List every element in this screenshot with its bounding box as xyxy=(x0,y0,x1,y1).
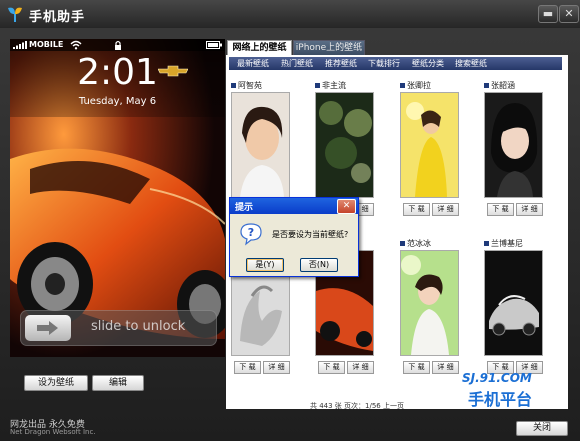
bowtie-logo-icon xyxy=(158,65,188,77)
detail-button[interactable]: 详 细 xyxy=(347,361,374,374)
dialog-close-button[interactable]: ✕ xyxy=(337,199,356,214)
card-title: 阿智苑 xyxy=(231,81,292,91)
question-icon: ? xyxy=(240,223,262,246)
wallpaper-thumbnail[interactable] xyxy=(231,92,290,198)
bullet-icon xyxy=(484,241,489,246)
app-window: 手机助手 ▬ ✕ MOBILE 2:01 Tuesday, May 6 slid… xyxy=(0,0,580,441)
wallpaper-thumbnail[interactable]: 641 335 xyxy=(400,250,459,356)
yes-button[interactable]: 是(Y) xyxy=(246,258,284,272)
category-search[interactable]: 搜索壁纸 xyxy=(455,57,487,70)
category-recommended[interactable]: 推荐壁纸 xyxy=(325,57,357,70)
close-window-button[interactable]: ✕ xyxy=(559,5,579,23)
set-wallpaper-button[interactable]: 设为壁纸 xyxy=(24,375,88,391)
unlock-slider[interactable]: slide to unlock xyxy=(20,310,217,346)
edit-button[interactable]: 编辑 xyxy=(92,375,144,391)
minimize-button[interactable]: ▬ xyxy=(538,5,558,23)
category-bar: 最新壁纸 热门壁纸 推荐壁纸 下载排行 壁纸分类 搜索壁纸 xyxy=(229,57,562,70)
download-button[interactable]: 下 载 xyxy=(403,361,430,374)
download-button[interactable]: 下 载 xyxy=(403,203,430,216)
dialog-title-bar: 提示 ✕ xyxy=(230,198,358,214)
wifi-icon xyxy=(70,40,82,50)
card-title-text: 张韶涵 xyxy=(491,81,515,90)
title-bar: 手机助手 ▬ ✕ xyxy=(0,0,580,28)
phone-preview: MOBILE 2:01 Tuesday, May 6 slide to unlo… xyxy=(10,39,225,357)
tab-online-wallpapers[interactable]: 网络上的壁纸 xyxy=(227,40,292,55)
carrier-name: MOBILE xyxy=(29,40,64,49)
lock-icon xyxy=(115,40,121,50)
arrow-right-icon xyxy=(37,321,58,335)
sports-car-image xyxy=(485,251,542,355)
battery-icon xyxy=(206,41,222,49)
slide-to-unlock-text: slide to unlock xyxy=(91,319,186,334)
card-title-text: 范冰冰 xyxy=(407,239,431,248)
app-title: 手机助手 xyxy=(29,10,86,25)
portrait-green-image xyxy=(401,251,458,355)
no-button[interactable]: 否(N) xyxy=(300,258,338,272)
bullet-icon xyxy=(400,241,405,246)
category-download-rank[interactable]: 下载排行 xyxy=(368,57,400,70)
download-button[interactable]: 下 载 xyxy=(234,361,261,374)
status-bar: MOBILE xyxy=(10,39,225,51)
category-hot[interactable]: 热门壁纸 xyxy=(281,57,313,70)
wallpaper-thumbnail[interactable]: 533 256 xyxy=(484,250,543,356)
card-title-text: 阿智苑 xyxy=(238,81,262,90)
card-title-text: 兰博基尼 xyxy=(491,239,523,248)
wallpaper-thumbnail[interactable]: 419 xyxy=(315,92,374,198)
detail-button[interactable]: 详 细 xyxy=(432,361,459,374)
detail-button[interactable]: 详 细 xyxy=(263,361,290,374)
detail-button[interactable]: 详 细 xyxy=(516,203,543,216)
bullet-icon xyxy=(484,83,489,88)
app-logo-icon xyxy=(8,7,22,22)
confirm-dialog: 提示 ✕ ? 是否要设为当前壁纸? 是(Y) 否(N) xyxy=(229,197,359,277)
tab-bar: 网络上的壁纸 iPhone上的壁纸 xyxy=(226,39,568,56)
category-classify[interactable]: 壁纸分类 xyxy=(412,57,444,70)
watermark-text: 手机平台 xyxy=(468,390,533,409)
bullet-icon xyxy=(231,83,236,88)
dark-leaves-image xyxy=(316,93,373,197)
lock-date: Tuesday, May 6 xyxy=(78,96,157,107)
portrait-bw-image xyxy=(485,93,542,197)
site-watermark: SJ.91.COM 手机平台 xyxy=(462,371,562,411)
slider-knob[interactable] xyxy=(25,315,71,341)
pager[interactable]: 共 443 张 页次：1/56 上一页 xyxy=(310,401,440,409)
bullet-icon xyxy=(400,83,405,88)
close-button[interactable]: 关闭 xyxy=(516,421,568,436)
dialog-title: 提示 xyxy=(235,203,254,213)
yellow-dress-image xyxy=(401,93,458,197)
lock-clock: 2:01 xyxy=(77,52,158,93)
card-title: 非主流 xyxy=(315,81,376,91)
bullet-icon xyxy=(315,83,320,88)
signal-bars-icon xyxy=(13,41,27,49)
footer-company: Net Dragon Websoft Inc. xyxy=(10,428,96,436)
watermark-domain: SJ.91.COM xyxy=(462,371,532,385)
card-title-text: 非主流 xyxy=(322,81,346,90)
download-button[interactable]: 下 载 xyxy=(318,361,345,374)
detail-button[interactable]: 详 细 xyxy=(432,203,459,216)
download-button[interactable]: 下 载 xyxy=(487,203,514,216)
card-title: 兰博基尼 xyxy=(484,239,545,249)
card-title: 张卿拉 xyxy=(400,81,461,91)
category-latest[interactable]: 最新壁纸 xyxy=(237,57,269,70)
wallpaper-thumbnail[interactable]: 493 296 xyxy=(484,92,543,198)
card-title: 张韶涵 xyxy=(484,81,545,91)
tab-iphone-wallpapers[interactable]: iPhone上的壁纸 xyxy=(293,40,365,56)
portrait-image xyxy=(232,93,289,197)
wallpaper-thumbnail[interactable]: 525 337 xyxy=(400,92,459,198)
svg-text:?: ? xyxy=(248,226,254,239)
dialog-message: 是否要设为当前壁纸? xyxy=(272,230,349,239)
card-title-text: 张卿拉 xyxy=(407,81,431,90)
card-title: 范冰冰 xyxy=(400,239,461,249)
